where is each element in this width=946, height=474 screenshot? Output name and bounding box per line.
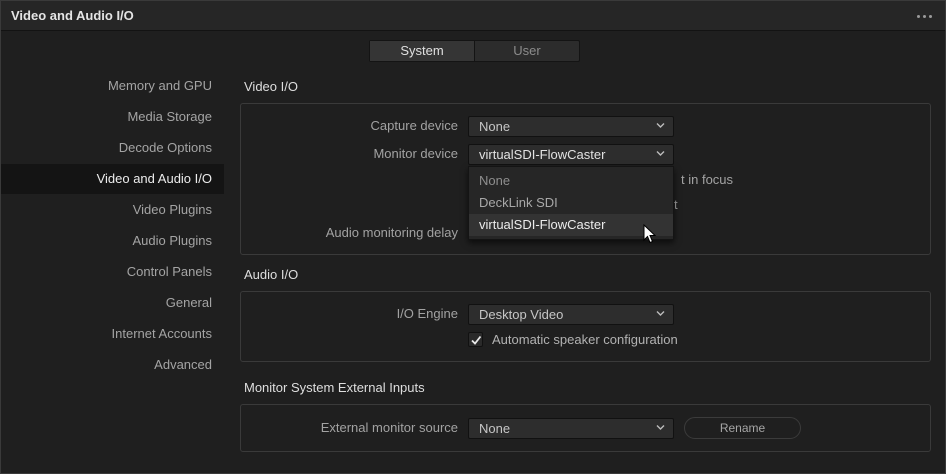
title-bar: Video and Audio I/O [1,1,945,31]
chevron-down-icon [656,309,665,317]
chevron-down-icon [656,423,665,431]
mouse-cursor-icon [643,224,657,244]
tab-system[interactable]: System [370,41,475,61]
system-user-toggle: System User [369,40,580,62]
capture-device-select[interactable]: None [468,116,674,137]
sidebar-item-memory-gpu[interactable]: Memory and GPU [1,71,224,101]
external-inputs-heading: Monitor System External Inputs [244,380,425,395]
audio-io-heading: Audio I/O [244,267,299,282]
io-engine-label: I/O Engine [396,306,458,321]
external-monitor-source-label: External monitor source [320,420,458,435]
sidebar-item-advanced[interactable]: Advanced [1,350,224,380]
dropdown-option-none[interactable]: None [469,170,673,192]
external-monitor-source-value: None [479,421,511,436]
sidebar-item-video-plugins[interactable]: Video Plugins [1,195,224,225]
io-engine-select[interactable]: Desktop Video [468,304,674,325]
preferences-window: Video and Audio I/O System User Memory a… [0,0,946,474]
partial-option-text-2: t [674,197,678,212]
more-options-icon[interactable] [911,5,939,27]
capture-device-label: Capture device [370,118,458,133]
partial-option-text: t in focus [681,172,734,187]
sidebar-item-internet-accounts[interactable]: Internet Accounts [1,319,224,349]
sidebar-item-media-storage[interactable]: Media Storage [1,102,224,132]
monitor-device-label: Monitor device [373,146,458,161]
dropdown-option-decklink-sdi[interactable]: DeckLink SDI [469,192,673,214]
sidebar-item-control-panels[interactable]: Control Panels [1,257,224,287]
tab-user[interactable]: User [475,41,579,61]
monitor-device-select[interactable]: virtualSDI-FlowCaster [468,144,674,165]
sidebar-item-audio-plugins[interactable]: Audio Plugins [1,226,224,256]
sidebar-item-video-audio-io[interactable]: Video and Audio I/O [1,164,224,194]
audio-io-panel [240,291,931,362]
rename-button[interactable]: Rename [684,417,801,439]
speaker-config-label: Automatic speaker configuration [492,332,678,347]
chevron-down-icon [656,121,665,129]
video-io-heading: Video I/O [244,79,298,94]
checkmark-icon [471,335,482,345]
sidebar-item-general[interactable]: General [1,288,224,318]
window-title: Video and Audio I/O [11,8,134,23]
io-engine-value: Desktop Video [479,307,564,322]
sidebar-item-decode-options[interactable]: Decode Options [1,133,224,163]
audio-monitoring-delay-label: Audio monitoring delay [325,225,458,240]
chevron-down-icon [656,149,665,157]
monitor-device-value: virtualSDI-FlowCaster [479,147,606,162]
speaker-config-checkbox[interactable] [468,332,483,347]
capture-device-value: None [479,119,511,134]
external-monitor-source-select[interactable]: None [468,418,674,439]
